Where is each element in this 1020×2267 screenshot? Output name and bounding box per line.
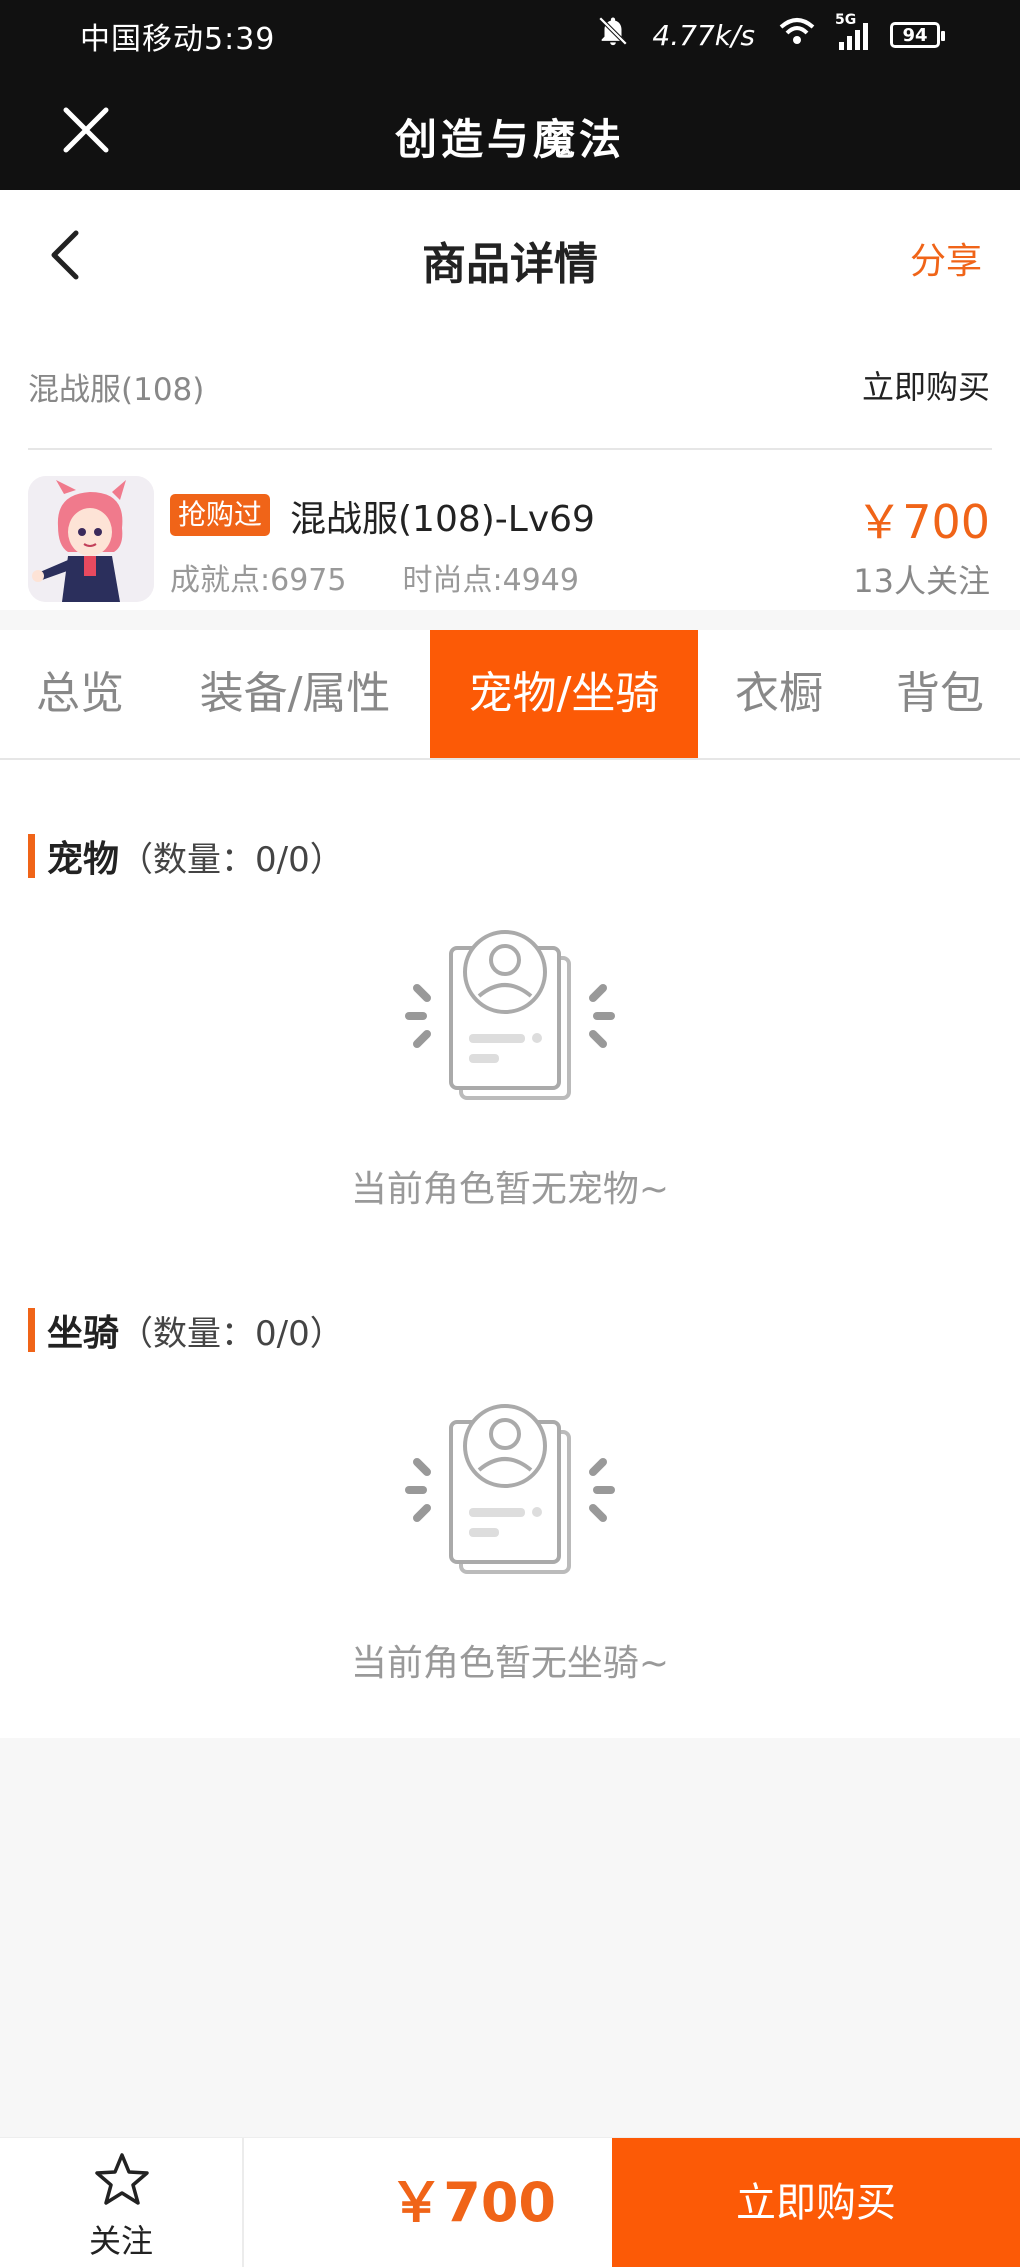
tab-equipment-attributes[interactable]: 装备/属性 xyxy=(160,630,430,758)
tab-overview[interactable]: 总览 xyxy=(0,630,160,758)
status-bar: 中国移动5:39 4.77k/s 5G 94 xyxy=(0,0,1020,70)
bottom-price: ￥700 xyxy=(389,2171,556,2234)
tab-content: 宠物 （数量：0/0） 当前角色暂无宠物~ 坐骑 （数量：0/0） 当前角色暂无… xyxy=(0,760,1020,1738)
signal-icon: 5G xyxy=(835,12,868,50)
bell-off-icon xyxy=(596,14,630,56)
status-icons: 4.77k/s 5G 94 xyxy=(596,12,945,56)
product-stats: 成就点:6975 时尚点:4949 xyxy=(170,555,579,599)
bottom-action-bar: 关注 ￥700 立即购买 xyxy=(0,2137,1020,2267)
buy-now-link[interactable]: 立即购买 xyxy=(862,362,990,408)
mounts-count: （数量：0/0） xyxy=(119,1313,344,1354)
carrier-time: 中国移动5:39 xyxy=(80,22,276,57)
mounts-section-header: 坐骑 （数量：0/0） xyxy=(28,1306,344,1354)
pets-section-title: 宠物 xyxy=(47,839,120,880)
mounts-section-title: 坐骑 xyxy=(47,1313,120,1354)
tab-backpack[interactable]: 背包 xyxy=(860,630,1020,758)
pets-count: （数量：0/0） xyxy=(119,839,344,880)
pets-section-header: 宠物 （数量：0/0） xyxy=(28,832,344,880)
star-icon xyxy=(95,2153,149,2205)
follower-count: 13人关注 xyxy=(853,562,990,600)
app-title: 创造与魔法 xyxy=(394,115,625,164)
mounts-empty-text: 当前角色暂无坐骑~ xyxy=(350,1643,670,1684)
character-avatar xyxy=(28,476,154,602)
pets-empty-text: 当前角色暂无宠物~ xyxy=(350,1169,670,1210)
fashion-points: 时尚点:4949 xyxy=(402,563,579,598)
section-accent-bar xyxy=(28,1308,35,1352)
achievement-points: 成就点:6975 xyxy=(170,563,347,598)
battery-icon: 94 xyxy=(890,22,945,48)
follow-label: 关注 xyxy=(88,2222,153,2260)
product-price: ￥700 xyxy=(856,495,990,549)
wifi-icon xyxy=(777,15,817,55)
product-title: 混战服(108)-Lv69 xyxy=(290,499,595,540)
purchased-tag: 抢购过 xyxy=(170,494,271,536)
tab-pets-mounts[interactable]: 宠物/坐骑 xyxy=(430,630,698,758)
network-type: 5G xyxy=(835,12,857,28)
page-title: 商品详情 xyxy=(422,239,598,290)
tab-wardrobe[interactable]: 衣橱 xyxy=(698,630,860,758)
detail-tabs: 总览 装备/属性 宠物/坐骑 衣橱 背包 xyxy=(0,630,1020,760)
section-accent-bar xyxy=(28,834,35,878)
product-card: 抢购过 混战服(108)-Lv69 成就点:6975 时尚点:4949 ￥700… xyxy=(0,450,1020,610)
page-header: 商品详情 分享 xyxy=(0,190,1020,320)
share-button[interactable]: 分享 xyxy=(910,232,982,284)
empty-profile-card-icon xyxy=(405,930,615,1100)
follow-button[interactable]: 关注 xyxy=(0,2138,244,2267)
webview-title-bar: 创造与魔法 xyxy=(0,70,1020,190)
net-speed: 4.77k/s xyxy=(652,18,755,52)
empty-profile-card-icon xyxy=(405,1404,615,1574)
app-root: 中国移动5:39 4.77k/s 5G 94 创造与魔法 商品详情 分享 混战服… xyxy=(0,0,1020,2267)
buy-now-button[interactable]: 立即购买 xyxy=(612,2138,1020,2267)
server-row: 混战服(108) 立即购买 xyxy=(0,320,1020,450)
server-name: 混战服(108) xyxy=(28,372,205,408)
